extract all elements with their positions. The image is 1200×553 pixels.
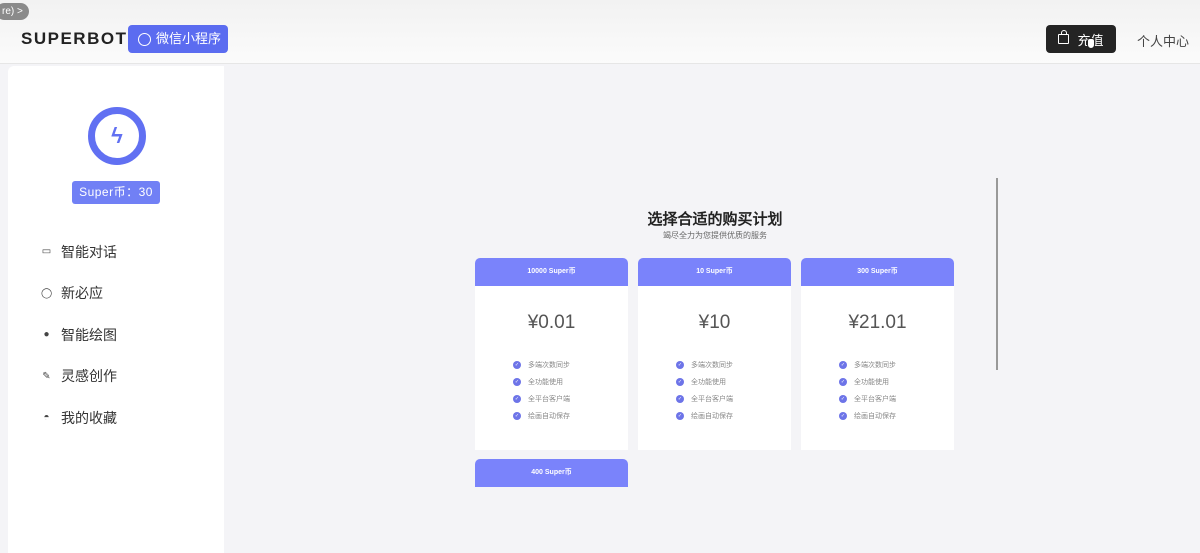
mini-program-button[interactable]: 微信小程序	[128, 25, 228, 53]
browser-pill[interactable]: re) >	[0, 3, 29, 20]
feature-item: ✓ 绘画自动保存	[513, 407, 628, 424]
check-circle-icon: ✓	[839, 377, 847, 386]
page-subtitle: 竭尽全力为您提供优质的服务	[663, 231, 767, 240]
sidebar: ϟ Super币：30 ▭ 智能对话 ◯ 新必应 ● 智能绘图 ✎ 灵感创作 ◓ 我的收藏	[8, 66, 224, 553]
sidebar-item-draw[interactable]: ● 智能绘图	[41, 314, 117, 356]
lightning-logo-icon: ϟ	[88, 107, 146, 165]
sidebar-item-create[interactable]: ✎ 灵感创作	[41, 356, 117, 398]
logo[interactable]: SUPERBOT	[21, 29, 127, 49]
feature-label: 全平台客户端	[691, 395, 733, 403]
feature-item: ✓ 全功能使用	[513, 373, 628, 390]
sidebar-item-label: 新必应	[61, 285, 103, 302]
chat-square-icon: ▭	[41, 246, 52, 258]
paint-icon: ●	[43, 329, 50, 341]
header: SUPERBOT 微信小程序 充值 个人中心	[0, 0, 1200, 64]
feature-item: ✓ 全功能使用	[676, 373, 791, 390]
page-title: 选择合适的购买计划	[647, 211, 783, 228]
collection-icon: ◓	[43, 412, 50, 424]
check-circle-icon: ✓	[513, 377, 521, 386]
feature-list: ✓ 多端次数同步 ✓ 全功能使用 ✓ 全平台客户端 ✓ 绘画自动保存	[676, 356, 791, 424]
plan-card[interactable]: 10 Super币 ¥10 ✓ 多端次数同步 ✓ 全功能使用 ✓ 全平台客户端 ✓ 绘画自动保存	[638, 258, 791, 450]
feature-item: ✓ 全功能使用	[839, 373, 954, 390]
feature-item: ✓ 绘画自动保存	[839, 407, 954, 424]
sidebar-item-favorites[interactable]: ◓ 我的收藏	[41, 397, 117, 439]
coin-balance-badge: Super币：30	[72, 181, 160, 204]
sidebar-item-chat[interactable]: ▭ 智能对话	[41, 231, 117, 273]
mini-program-label: 微信小程序	[156, 31, 222, 46]
chat-bubble-icon: ◯	[41, 287, 53, 299]
check-circle-icon: ✓	[513, 394, 521, 403]
plan-name: 300 Super币	[801, 258, 954, 286]
feature-label: 全平台客户端	[854, 395, 896, 403]
check-circle-icon: ✓	[676, 377, 684, 386]
feature-label: 绘画自动保存	[691, 412, 733, 420]
plan-price: ¥0.01	[527, 312, 576, 333]
recharge-button[interactable]: 充值	[1046, 25, 1116, 53]
feature-label: 绘画自动保存	[528, 412, 570, 420]
feature-label: 多端次数同步	[854, 361, 896, 369]
feature-label: 全平台客户端	[528, 395, 570, 403]
link-icon	[138, 32, 151, 46]
feature-item: ✓ 多端次数同步	[839, 356, 954, 373]
feature-item: ✓ 全平台客户端	[839, 390, 954, 407]
feature-item: ✓ 多端次数同步	[513, 356, 628, 373]
scrollbar[interactable]	[996, 178, 998, 370]
sidebar-item-label: 智能绘图	[61, 326, 117, 343]
user-center-link[interactable]: 个人中心	[1137, 31, 1189, 50]
feature-item: ✓ 全平台客户端	[513, 390, 628, 407]
check-circle-icon: ✓	[513, 411, 521, 420]
plan-card[interactable]: 300 Super币 ¥21.01 ✓ 多端次数同步 ✓ 全功能使用 ✓ 全平台客户端 ✓ 绘画自…	[801, 258, 954, 450]
feature-label: 绘画自动保存	[854, 412, 896, 420]
sidebar-item-bing[interactable]: ◯ 新必应	[41, 273, 117, 315]
sidebar-item-label: 灵感创作	[61, 368, 117, 385]
plan-card[interactable]: 10000 Super币 ¥0.01 ✓ 多端次数同步 ✓ 全功能使用 ✓ 全平台客户端 ✓ 绘画…	[475, 258, 628, 450]
plan-price: ¥10	[698, 312, 731, 333]
check-circle-icon: ✓	[676, 411, 684, 420]
check-circle-icon: ✓	[513, 360, 521, 369]
check-circle-icon: ✓	[839, 411, 847, 420]
shopping-bag-icon	[1058, 30, 1070, 44]
sidebar-item-label: 智能对话	[61, 243, 117, 260]
hand-cursor-icon	[1087, 38, 1095, 49]
feature-item: ✓ 多端次数同步	[676, 356, 791, 373]
plan-name: 10000 Super币	[475, 258, 628, 286]
check-circle-icon: ✓	[839, 360, 847, 369]
check-circle-icon: ✓	[839, 394, 847, 403]
plan-name: 400 Super币	[475, 459, 628, 487]
sidebar-nav: ▭ 智能对话 ◯ 新必应 ● 智能绘图 ✎ 灵感创作 ◓ 我的收藏	[41, 231, 117, 439]
plan-price: ¥21.01	[848, 312, 907, 333]
check-circle-icon: ✓	[676, 360, 684, 369]
check-circle-icon: ✓	[676, 394, 684, 403]
feature-label: 全功能使用	[691, 378, 726, 386]
sidebar-item-label: 我的收藏	[61, 409, 117, 426]
feature-label: 多端次数同步	[691, 361, 733, 369]
feature-label: 全功能使用	[528, 378, 563, 386]
feature-list: ✓ 多端次数同步 ✓ 全功能使用 ✓ 全平台客户端 ✓ 绘画自动保存	[513, 356, 628, 424]
feature-label: 多端次数同步	[528, 361, 570, 369]
feature-item: ✓ 绘画自动保存	[676, 407, 791, 424]
feature-item: ✓ 全平台客户端	[676, 390, 791, 407]
plan-name: 10 Super币	[638, 258, 791, 286]
feature-label: 全功能使用	[854, 378, 889, 386]
feature-list: ✓ 多端次数同步 ✓ 全功能使用 ✓ 全平台客户端 ✓ 绘画自动保存	[839, 356, 954, 424]
plan-card[interactable]: 400 Super币	[475, 459, 628, 487]
pen-icon: ✎	[42, 370, 51, 382]
